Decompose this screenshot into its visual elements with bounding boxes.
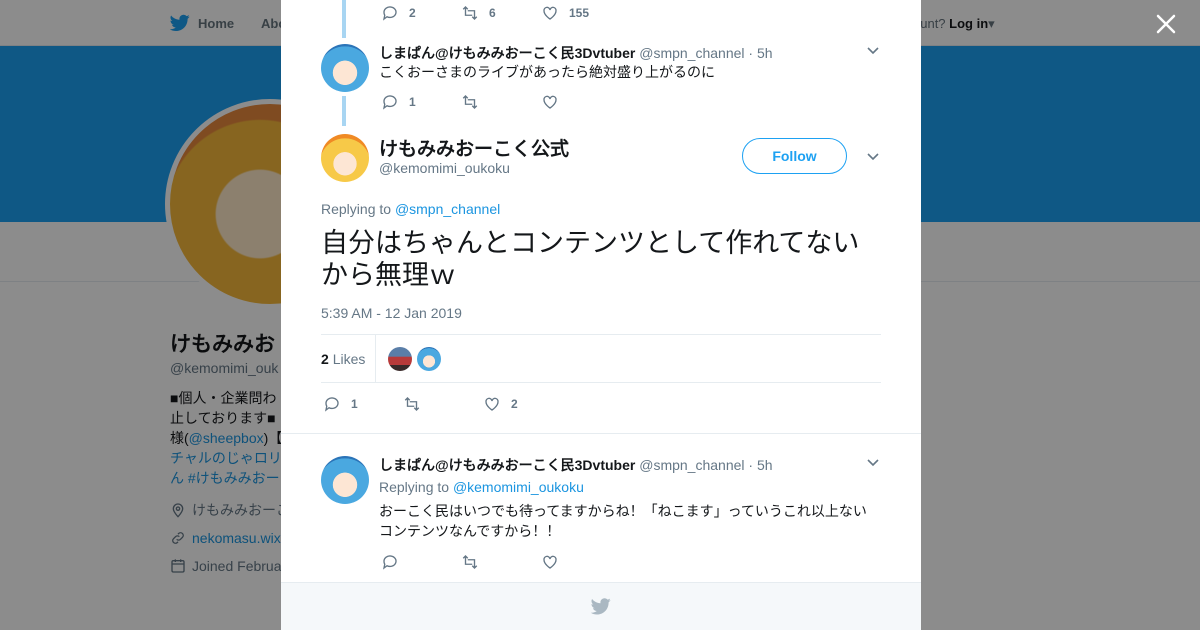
heart-icon xyxy=(485,397,499,411)
reply-icon xyxy=(382,95,397,110)
avatar[interactable] xyxy=(321,134,369,182)
retweet-icon xyxy=(462,555,478,569)
avatar[interactable] xyxy=(321,456,369,504)
reply-count: 1 xyxy=(351,397,358,411)
likes-label: Likes xyxy=(332,351,366,367)
liker-avatar[interactable] xyxy=(417,347,441,371)
liker-avatar[interactable] xyxy=(388,347,412,371)
like-count: 2 xyxy=(511,397,518,411)
mention-link[interactable]: @kemomimi_oukoku xyxy=(453,479,584,495)
reply-icon xyxy=(382,555,397,570)
replying-to: Replying to @kemomimi_oukoku xyxy=(379,479,584,495)
twitter-bird-icon[interactable] xyxy=(591,598,611,615)
tweet-actions xyxy=(381,553,621,571)
author-name[interactable]: しまぱん@けもみみおーこく民3Dvtuber xyxy=(379,457,635,473)
retweet-button[interactable] xyxy=(461,553,541,571)
reply-button[interactable]: 1 xyxy=(381,93,461,111)
heart-icon xyxy=(543,95,557,109)
author-handle[interactable]: @smpn_channel xyxy=(639,457,744,473)
chevron-down-icon[interactable] xyxy=(866,150,880,164)
author-name[interactable]: けもみみおーこく公式 xyxy=(379,134,569,161)
tweet-header: しまぱん@けもみみおーこく民3Dvtuber @smpn_channel · 5… xyxy=(379,455,773,475)
retweet-button[interactable] xyxy=(403,395,483,413)
main-tweet-text: 自分はちゃんとコンテンツとして作れてないから無理ｗ xyxy=(321,228,860,290)
tweet-text: おーこく民はいつでも待ってますからね！「ねこます」っていうこれ以上ないコンテンツ… xyxy=(379,503,867,539)
like-button[interactable]: 2 xyxy=(483,395,563,413)
tweet-stats: 2 Likes xyxy=(321,334,881,383)
likes-count: 2 xyxy=(321,351,329,367)
reply-icon xyxy=(324,397,339,412)
chevron-down-icon[interactable] xyxy=(866,44,880,58)
replying-to: Replying to @smpn_channel xyxy=(321,201,500,217)
modal-footer xyxy=(281,582,921,630)
thread-connector xyxy=(342,96,346,126)
likes-stat[interactable]: 2 Likes xyxy=(321,351,365,367)
replying-to-label: Replying to xyxy=(379,479,450,495)
retweet-count: 6 xyxy=(489,6,496,20)
tweet-modal: 2 6 155 しまぱん@けもみみおーこく民3Dvtuber @smpn_cha… xyxy=(281,0,921,630)
reply-button[interactable]: 2 xyxy=(381,4,461,22)
retweet-icon xyxy=(404,397,420,411)
chevron-down-icon[interactable] xyxy=(866,456,880,470)
follow-button[interactable]: Follow xyxy=(742,138,847,174)
tweet-header: しまぱん@けもみみおーこく民3Dvtuber @smpn_channel · 5… xyxy=(379,43,773,63)
tweet-time[interactable]: · 5h xyxy=(748,457,772,473)
stats-divider xyxy=(375,335,376,383)
reply-icon xyxy=(382,6,397,21)
author-handle[interactable]: @smpn_channel xyxy=(639,45,744,61)
divider xyxy=(281,433,921,434)
like-count: 155 xyxy=(569,6,590,20)
prev-tweet-actions: 2 6 155 xyxy=(381,4,621,22)
thread-connector xyxy=(342,0,346,38)
like-button[interactable] xyxy=(541,553,621,571)
heart-icon xyxy=(543,6,557,20)
retweet-icon xyxy=(462,6,478,20)
tweet-text: こくおーさまのライブがあったら絶対盛り上がるのに xyxy=(379,64,715,80)
reply-button[interactable]: 1 xyxy=(323,395,403,413)
heart-icon xyxy=(543,555,557,569)
like-button[interactable] xyxy=(541,93,621,111)
tweet-actions: 1 xyxy=(381,93,621,111)
retweet-icon xyxy=(462,95,478,109)
reply-button[interactable] xyxy=(381,553,461,571)
retweet-button[interactable] xyxy=(461,93,541,111)
replying-to-label: Replying to xyxy=(321,201,392,217)
retweet-button[interactable]: 6 xyxy=(461,4,541,22)
like-button[interactable]: 155 xyxy=(541,4,621,22)
tweet-timestamp[interactable]: 5:39 AM - 12 Jan 2019 xyxy=(321,305,462,321)
main-tweet-actions: 1 2 xyxy=(323,395,563,413)
tweet-time[interactable]: · 5h xyxy=(748,45,772,61)
author-handle[interactable]: @kemomimi_oukoku xyxy=(379,160,510,176)
reply-count: 1 xyxy=(409,95,416,109)
avatar[interactable] xyxy=(321,44,369,92)
reply-count: 2 xyxy=(409,6,416,20)
mention-link[interactable]: @smpn_channel xyxy=(395,201,500,217)
author-name[interactable]: しまぱん@けもみみおーこく民3Dvtuber xyxy=(379,45,635,61)
close-icon[interactable] xyxy=(1155,13,1177,35)
